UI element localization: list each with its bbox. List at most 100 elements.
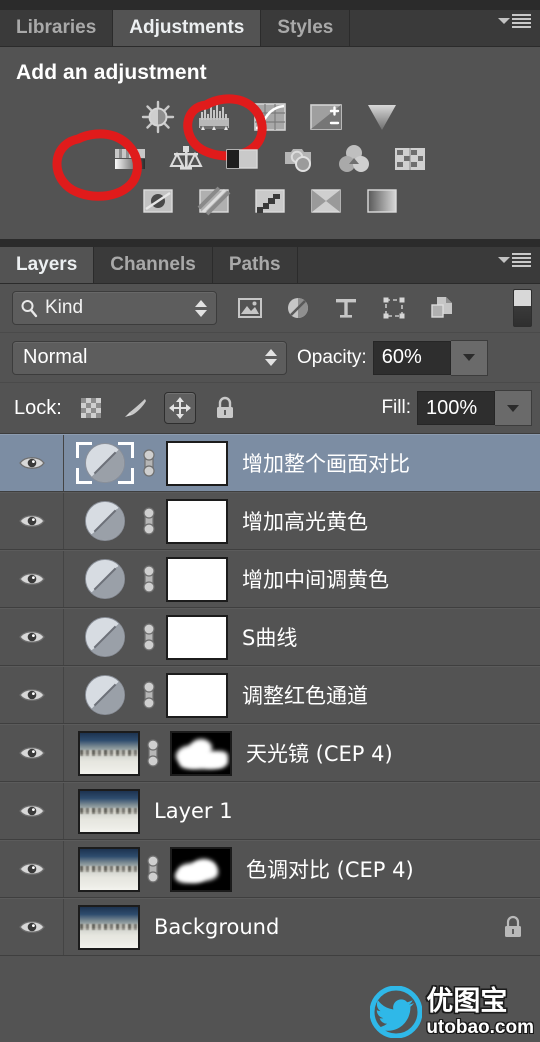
hamburger-icon [512,253,531,267]
posterize-icon[interactable] [196,183,232,219]
link-mask-icon[interactable] [136,680,162,710]
table-row[interactable]: 增加整个画面对比 [0,434,540,492]
layer-mask-thumbnail[interactable] [166,672,228,718]
adjustment-icon-row-1 [0,94,540,161]
filter-kind-select[interactable]: Kind [12,291,217,325]
adjustment-thumbnail[interactable] [74,556,136,602]
layer-thumbnails [64,730,232,776]
table-row[interactable]: 天光镜 (CEP 4) [0,724,540,782]
adjustment-thumbnail[interactable] [74,672,136,718]
invert-icon[interactable] [140,183,176,219]
table-row[interactable]: Background [0,898,540,956]
table-row[interactable]: 调整红色通道 [0,666,540,724]
fill-input[interactable]: 100% [417,391,495,425]
table-row[interactable]: 色调对比 (CEP 4) [0,840,540,898]
layer-image-thumbnail[interactable] [78,904,140,950]
adjustment-thumbnail[interactable] [74,614,136,660]
blend-mode-value: Normal [23,346,88,368]
layer-mask-thumbnail[interactable] [166,498,228,544]
table-row[interactable]: 增加中间调黄色 [0,550,540,608]
gradient-map-icon[interactable] [308,183,344,219]
vibrance-icon[interactable] [364,99,400,135]
visibility-eye-icon[interactable] [0,551,64,607]
link-mask-icon[interactable] [140,738,166,768]
hue-saturation-icon[interactable] [112,141,148,177]
visibility-eye-icon[interactable] [0,899,64,955]
color-balance-icon[interactable] [168,141,204,177]
selection-brackets [76,442,134,484]
threshold-icon[interactable] [252,183,288,219]
tab-libraries[interactable]: Libraries [0,10,114,46]
filter-pixel-icon[interactable] [235,293,265,323]
watermark-text: 优图宝 utobao.com [426,988,534,1037]
lock-all-icon[interactable] [210,393,240,423]
visibility-eye-icon[interactable] [0,783,64,839]
layers-panel-body: Kind Normal Opacity: 60% Lock: Fill: 100… [0,284,540,996]
link-mask-icon[interactable] [136,564,162,594]
filter-shape-icon[interactable] [379,293,409,323]
exposure-icon[interactable] [308,99,344,135]
brightness-contrast-icon[interactable] [140,99,176,135]
lock-transparent-pixels-icon[interactable] [76,393,106,423]
layer-thumbnails [64,846,232,892]
link-mask-icon[interactable] [136,622,162,652]
tab-adjustments[interactable]: Adjustments [113,10,262,46]
visibility-eye-icon[interactable] [0,435,64,491]
filter-adjustment-icon[interactable] [283,293,313,323]
fill-label: Fill: [381,397,411,418]
layer-mask-thumbnail[interactable] [170,730,232,776]
layer-mask-thumbnail[interactable] [166,614,228,660]
visibility-eye-icon[interactable] [0,609,64,665]
tab-layers[interactable]: Layers [0,247,95,283]
filter-type-icon[interactable] [331,293,361,323]
tab-styles[interactable]: Styles [261,10,351,46]
visibility-eye-icon[interactable] [0,725,64,781]
visibility-eye-icon[interactable] [0,667,64,723]
table-row[interactable]: S曲线 [0,608,540,666]
tab-channels[interactable]: Channels [94,247,213,283]
adjustment-thumbnail[interactable] [74,440,136,486]
visibility-eye-icon[interactable] [0,493,64,549]
black-and-white-icon[interactable] [224,141,260,177]
link-mask-icon[interactable] [140,854,166,884]
panel-menu-icon[interactable] [498,10,531,32]
link-mask-icon[interactable] [136,448,162,478]
stepper-icon[interactable] [195,299,207,317]
layer-name: 色调对比 (CEP 4) [246,858,414,882]
layer-image-thumbnail[interactable] [78,788,140,834]
layer-mask-thumbnail[interactable] [166,556,228,602]
lock-position-icon[interactable] [163,392,196,424]
layers-tabbar: Layers Channels Paths [0,239,540,284]
layer-image-thumbnail[interactable] [78,846,140,892]
filter-enable-toggle[interactable] [513,289,532,327]
tab-paths[interactable]: Paths [212,247,298,283]
table-row[interactable]: 增加高光黄色 [0,492,540,550]
layer-list: 增加整个画面对比 增加高光黄色 增加中间调黄色 S曲线 调整红色通道 天光镜 (… [0,434,540,996]
table-row[interactable]: Layer 1 [0,782,540,840]
layer-mask-thumbnail[interactable] [166,440,228,486]
stepper-icon[interactable] [265,349,277,366]
link-mask-icon[interactable] [136,506,162,536]
curves-icon[interactable] [252,99,288,135]
layer-thumbnails [64,440,228,486]
layer-image-thumbnail[interactable] [78,730,140,776]
levels-icon[interactable] [196,99,232,135]
adjustment-thumbnail[interactable] [74,498,136,544]
color-lookup-icon[interactable] [392,141,428,177]
opacity-input[interactable]: 60% [372,340,451,375]
lock-label: Lock: [14,396,62,419]
selective-color-icon[interactable] [364,183,400,219]
layer-mask-thumbnail[interactable] [170,846,232,892]
layer-name: 调整红色通道 [242,684,368,708]
fill-dropdown-button[interactable] [495,390,532,426]
channel-mixer-icon[interactable] [336,141,372,177]
panel-menu-icon[interactable] [498,249,531,271]
photo-filter-icon[interactable] [280,141,316,177]
opacity-dropdown-button[interactable] [450,339,488,376]
filter-smart-object-icon[interactable] [427,293,457,323]
lock-image-pixels-icon[interactable] [120,393,150,423]
hamburger-icon [512,14,531,28]
blend-mode-select[interactable]: Normal [12,340,287,375]
visibility-eye-icon[interactable] [0,841,64,897]
filter-type-icons [235,293,457,323]
